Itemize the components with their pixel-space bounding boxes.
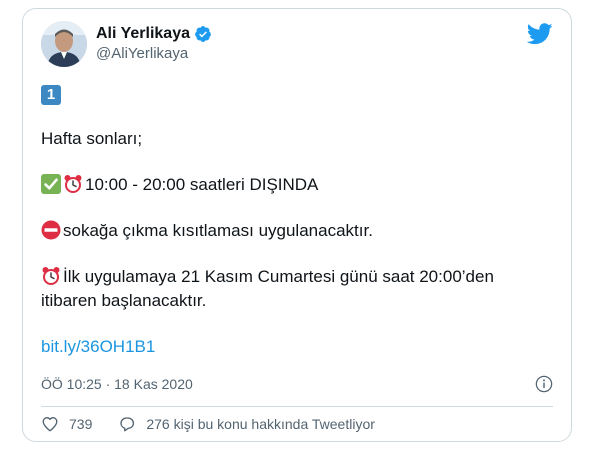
like-count: 739 (69, 416, 93, 432)
author-display-name-row[interactable]: Ali Yerlikaya (96, 24, 212, 44)
line-hours: 10:00 - 20:00 saatleri DIŞINDA (41, 173, 561, 197)
curfew-text: sokağa çıkma kısıtlaması uygulanacaktır. (63, 221, 373, 240)
start-text-line-1: İlk uygulamaya 21 Kasım Cumartesi günü s… (63, 267, 494, 286)
hours-text: 10:00 - 20:00 saatleri DIŞINDA (85, 175, 319, 194)
author-display-name[interactable]: Ali Yerlikaya (96, 24, 190, 44)
info-icon[interactable] (535, 375, 553, 393)
reply-bubble-icon[interactable] (118, 415, 136, 433)
timestamp-row: ÖÖ 10:25 · 18 Kas 2020 (41, 375, 553, 393)
keycap-one-emoji: 1 (41, 85, 61, 105)
avatar[interactable] (41, 21, 87, 67)
verified-badge-icon (195, 26, 211, 42)
reply-action[interactable]: 276 kişi bu konu hakkında Tweetliyor (118, 415, 375, 433)
tweet-link[interactable]: bit.ly/36OH1B1 (41, 337, 155, 356)
alarm-clock-emoji-icon (64, 175, 82, 193)
no-entry-emoji-icon (41, 220, 61, 240)
line-start: İlk uygulamaya 21 Kasım Cumartesi günü s… (41, 265, 561, 289)
reply-text: 276 kişi bu konu hakkında Tweetliyor (146, 416, 375, 432)
tweet-card[interactable]: Ali Yerlikaya @AliYerlikaya 1 Hafta sonl… (22, 8, 572, 442)
divider (41, 406, 553, 407)
line-keycap: 1 (41, 79, 561, 105)
tweet-header: Ali Yerlikaya @AliYerlikaya (41, 21, 212, 67)
action-bar: 739 276 kişi bu konu hakkında Tweetliyor (41, 415, 375, 433)
alarm-clock-emoji-icon (42, 267, 60, 285)
author-names: Ali Yerlikaya @AliYerlikaya (96, 24, 212, 64)
line-curfew: sokağa çıkma kısıtlaması uygulanacaktır. (41, 219, 561, 243)
start-text-line-2: itibaren başlanacaktır. (41, 291, 207, 310)
timestamp[interactable]: ÖÖ 10:25 · 18 Kas 2020 (41, 376, 193, 392)
heart-icon[interactable] (41, 415, 59, 433)
line-intro: Hafta sonları; (41, 129, 143, 148)
tweet-text: 1 Hafta sonları; 10:00 - 20:00 saatleri … (41, 79, 561, 359)
author-handle[interactable]: @AliYerlikaya (96, 44, 212, 64)
check-mark-emoji-icon (41, 174, 61, 194)
like-action[interactable]: 739 (41, 415, 92, 433)
line-link: bit.ly/36OH1B1 (41, 335, 561, 359)
twitter-bird-icon[interactable] (527, 23, 553, 45)
